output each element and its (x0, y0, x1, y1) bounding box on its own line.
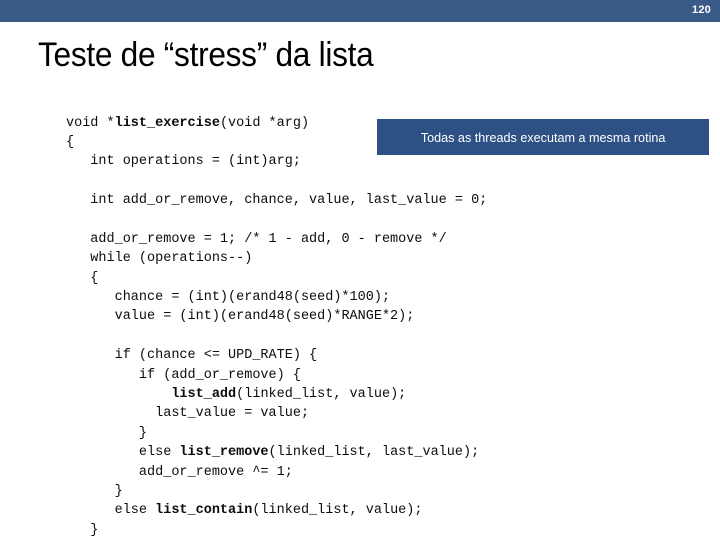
code-line: int operations = (int)arg; (66, 154, 301, 170)
code-line: { (66, 270, 99, 286)
callout-label: Todas as threads executam a mesma rotina (420, 129, 666, 145)
code-line: } (66, 483, 123, 499)
code-line: add_or_remove = 1; /* 1 - add, 0 - remov… (66, 231, 447, 247)
code-function-name: list_contain (155, 503, 253, 519)
code-function-name: list_add (171, 386, 237, 402)
code-line: int add_or_remove, chance, value, last_v… (66, 193, 488, 209)
code-function-name: list_exercise (114, 115, 220, 131)
code-line: value = (int)(erand48(seed)*RANGE*2); (66, 309, 415, 325)
code-line: while (operations--) (66, 251, 253, 267)
code-line: chance = (int)(erand48(seed)*100); (66, 290, 391, 306)
code-line: if (add_or_remove) { (66, 367, 301, 383)
code-line: if (chance <= UPD_RATE) { (66, 348, 318, 364)
code-line: last_value = value; (66, 406, 310, 422)
callout-box: Todas as threads executam a mesma rotina (377, 119, 709, 155)
code-line: list_add(linked_list, value); (171, 386, 407, 402)
code-line: add_or_remove ^= 1; (66, 464, 293, 480)
code-function-name: list_remove (179, 445, 269, 461)
page-number: 120 (692, 4, 711, 16)
page-title: Teste de “stress” da lista (38, 36, 374, 74)
slide-header-bar: 120 (0, 0, 720, 22)
code-listing: void *list_exercise(void *arg){ int oper… (66, 114, 487, 540)
code-line: else list_remove(linked_list, last_value… (66, 445, 480, 461)
code-line: } (66, 425, 148, 441)
code-line: else list_contain(linked_list, value); (66, 503, 423, 519)
code-line: } (66, 522, 99, 538)
slide-canvas: 120 Teste de “stress” da lista void *lis… (0, 0, 720, 540)
